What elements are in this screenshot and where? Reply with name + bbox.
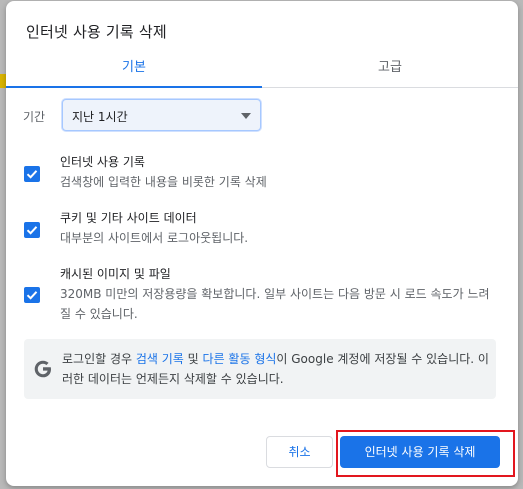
info-prefix: 로그인할 경우 xyxy=(62,352,136,366)
checkmark-icon xyxy=(26,291,38,300)
option-title: 인터넷 사용 기록 xyxy=(60,155,145,169)
clear-browsing-data-dialog: 인터넷 사용 기록 삭제 기본 고급 기간 지난 1시간 인터넷 사용 기록 검… xyxy=(6,1,518,486)
info-mid: 및 xyxy=(183,352,203,366)
google-account-info-box: 로그인할 경우 검색 기록 및 다른 활동 형식이 Google 계정에 저장될… xyxy=(24,339,496,399)
time-range-label: 기간 xyxy=(23,110,46,124)
cached-files-checkbox[interactable] xyxy=(24,287,40,303)
option-description: 320MB 미만의 저장용량을 확보합니다. 일부 사이트는 다음 방문 시 로… xyxy=(60,287,490,321)
google-g-icon xyxy=(34,360,51,378)
tab-bar: 기본 고급 xyxy=(6,51,518,88)
time-range-dropdown[interactable]: 지난 1시간 xyxy=(62,99,261,131)
option-title: 쿠키 및 기타 사이트 데이터 xyxy=(60,211,197,225)
tab-basic[interactable]: 기본 xyxy=(6,51,262,87)
browsing-history-checkbox[interactable] xyxy=(24,166,40,182)
option-description: 검색창에 입력한 내용을 비롯한 기록 삭제 xyxy=(60,175,267,189)
cookies-checkbox[interactable] xyxy=(24,222,40,238)
option-title: 캐시된 이미지 및 파일 xyxy=(60,267,171,281)
checkmark-icon xyxy=(26,226,38,235)
checkmark-icon xyxy=(26,170,38,179)
option-description: 대부분의 사이트에서 로그아웃됩니다. xyxy=(60,231,249,245)
tab-advanced[interactable]: 고급 xyxy=(262,51,518,87)
info-text: 로그인할 경우 검색 기록 및 다른 활동 형식이 Google 계정에 저장될… xyxy=(62,349,490,389)
cancel-button[interactable]: 취소 xyxy=(266,436,333,468)
dropdown-caret-icon xyxy=(241,113,251,119)
search-history-link[interactable]: 검색 기록 xyxy=(136,352,184,366)
dialog-title: 인터넷 사용 기록 삭제 xyxy=(26,23,167,41)
other-activity-link[interactable]: 다른 활동 형식 xyxy=(203,352,277,366)
selected-tab-indicator xyxy=(6,86,262,88)
time-range-selected-value: 지난 1시간 xyxy=(72,110,128,124)
clear-data-button[interactable]: 인터넷 사용 기록 삭제 xyxy=(340,436,500,468)
